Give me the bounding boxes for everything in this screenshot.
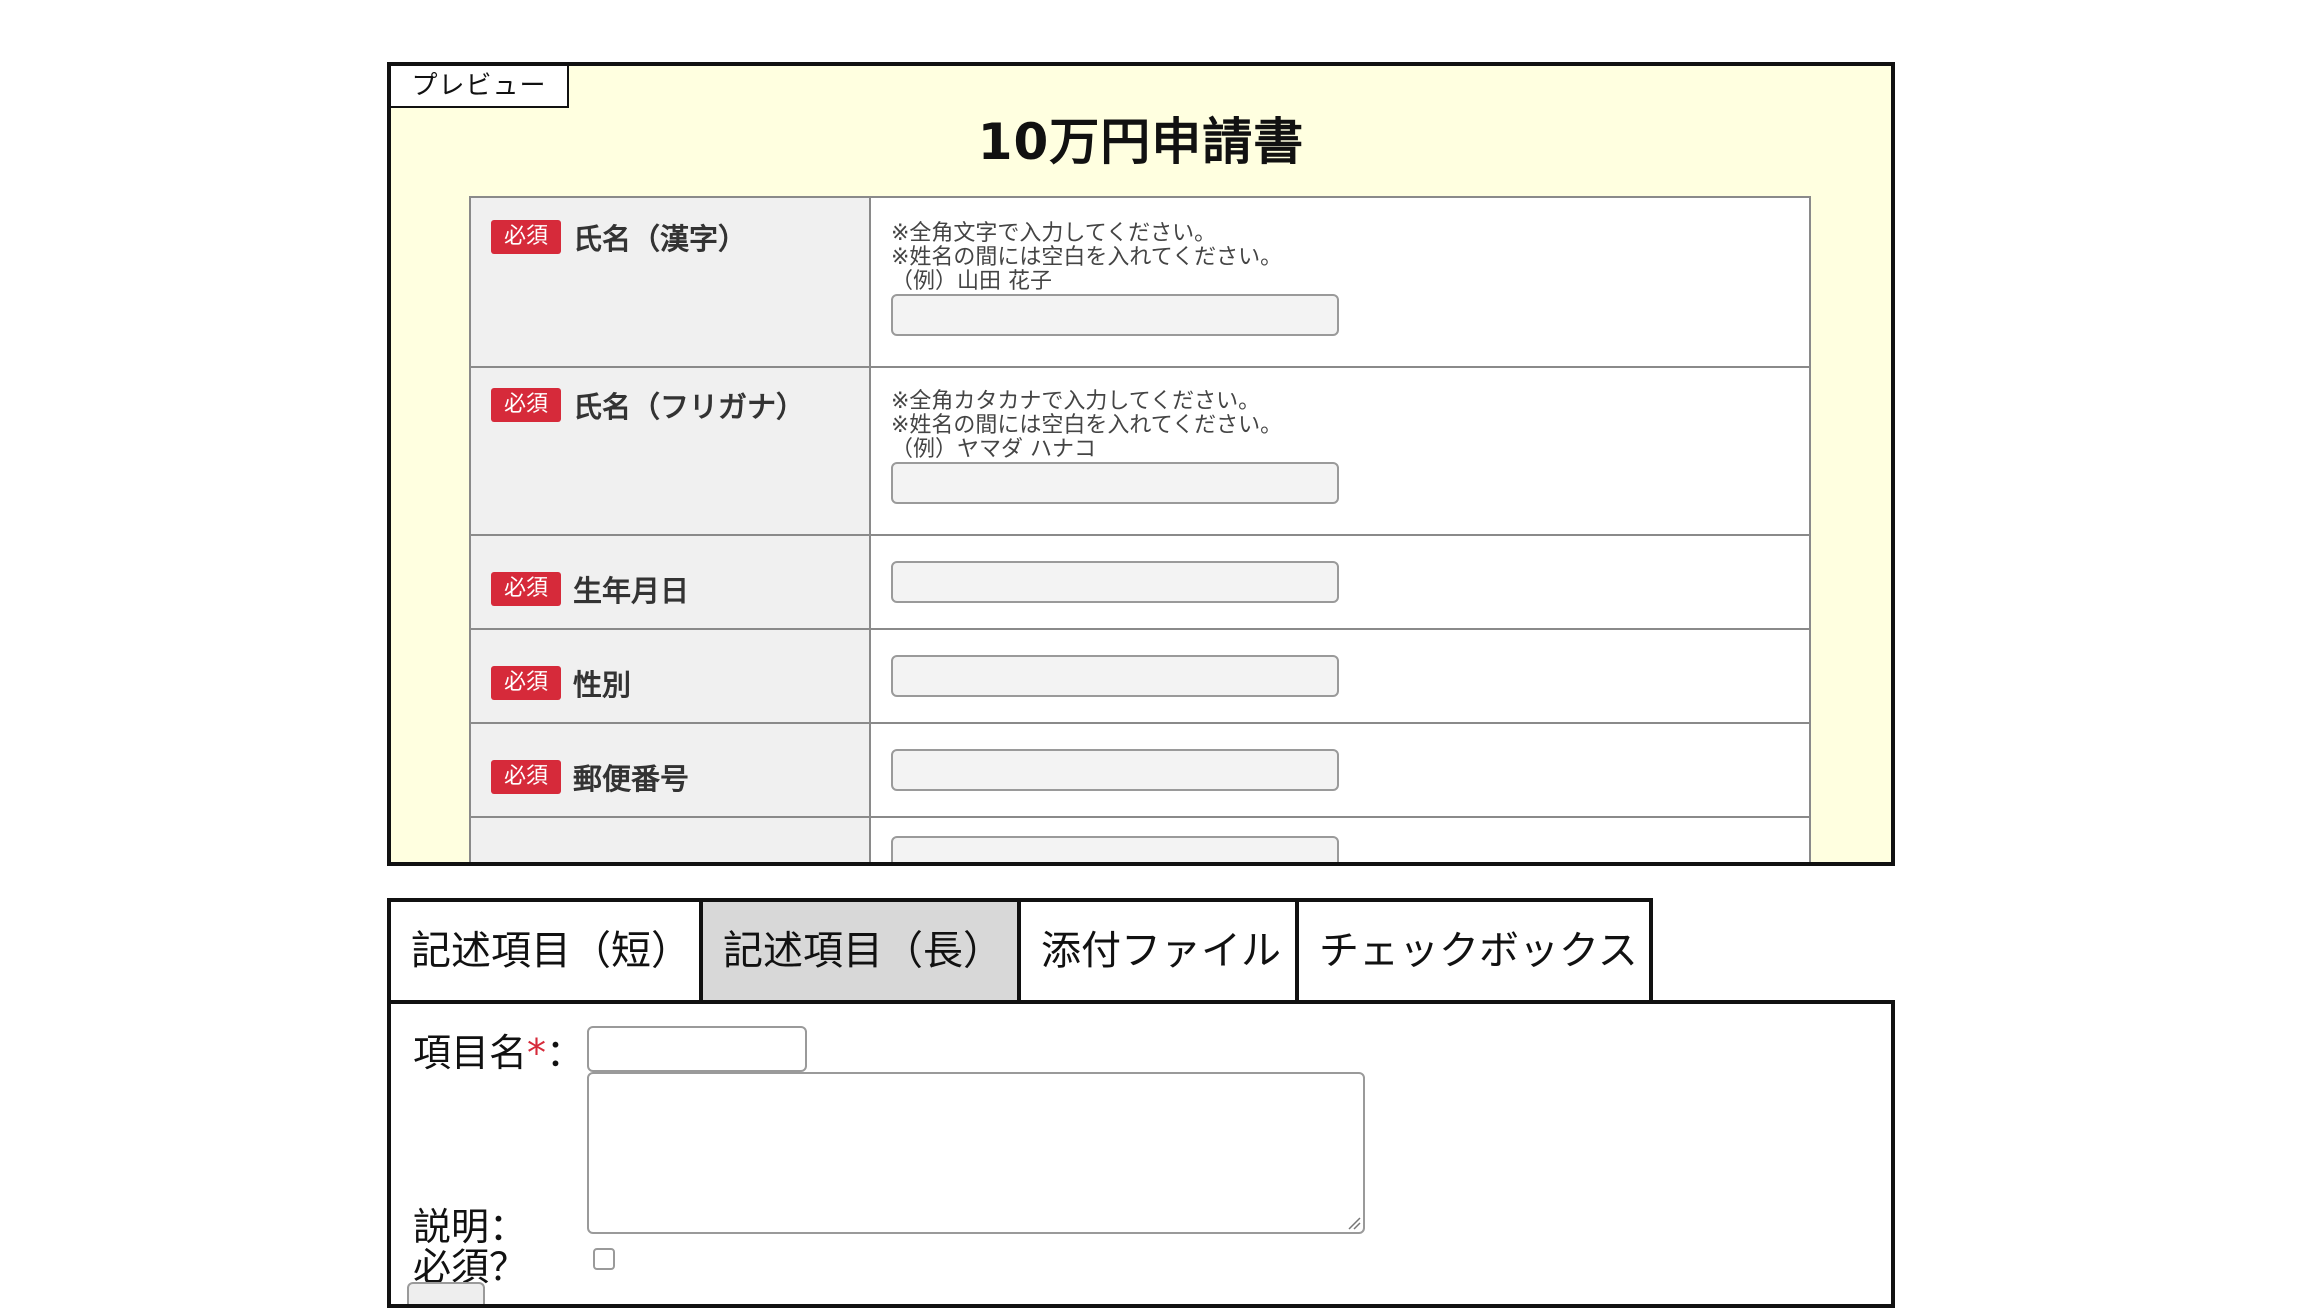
field-hint: ※全角カタカナで入力してください。 ※姓名の間には空白を入れてください。 （例）…	[891, 390, 1809, 462]
name-kanji-input[interactable]	[891, 294, 1339, 336]
field-editor: 項目名*： 説明： 必須？	[387, 1000, 1895, 1308]
gender-input[interactable]	[891, 655, 1339, 697]
form-row-birthdate: 必須 生年月日	[469, 534, 1811, 630]
form-title: 10万円申請書	[977, 113, 1305, 171]
tab-short-text[interactable]: 記述項目（短）	[387, 898, 703, 1000]
tab-checkbox[interactable]: チェックボックス	[1295, 898, 1653, 1000]
required-badge: 必須	[491, 220, 561, 254]
field-type-tabs: 記述項目（短） 記述項目（長） 添付ファイル チェックボックス	[387, 898, 1653, 1000]
field-label-cell: 必須 性別	[469, 628, 871, 724]
field-label-cell: 必須 生年月日	[469, 534, 871, 630]
required-badge: 必須	[491, 388, 561, 422]
field-label: 性別	[573, 668, 632, 702]
item-name-label: 項目名	[413, 1031, 528, 1075]
item-name-label-row: 項目名*：	[413, 1022, 584, 1077]
field-label: 氏名（フリガナ）	[573, 390, 806, 424]
hint-line: （例）山田 花子	[891, 269, 1052, 294]
field-hint: ※全角文字で入力してください。 ※姓名の間には空白を入れてください。 （例）山田…	[891, 222, 1809, 294]
hint-line: ※全角文字で入力してください。	[891, 221, 1217, 246]
resize-grip-icon[interactable]	[1347, 1216, 1361, 1230]
required-asterisk: *	[527, 1031, 547, 1075]
hint-line: ※姓名の間には空白を入れてください。	[891, 245, 1283, 270]
field-label-cell: 必須 氏名（フリガナ）	[469, 366, 871, 536]
required-checkbox[interactable]	[593, 1248, 615, 1270]
description-textarea[interactable]	[587, 1072, 1365, 1234]
field-label-cell	[469, 816, 871, 862]
colon: ：	[546, 1031, 585, 1075]
field-input-cell	[869, 816, 1811, 862]
field-input-cell: ※全角文字で入力してください。 ※姓名の間には空白を入れてください。 （例）山田…	[869, 196, 1811, 368]
field-label: 氏名（漢字）	[573, 222, 748, 256]
field-label-cell: 必須 氏名（漢字）	[469, 196, 871, 368]
field-label-cell: 必須 郵便番号	[469, 722, 871, 818]
birthdate-input[interactable]	[891, 561, 1339, 603]
form-row-name-kanji: 必須 氏名（漢字） ※全角文字で入力してください。 ※姓名の間には空白を入れてく…	[469, 196, 1811, 368]
next-control[interactable]	[407, 1282, 485, 1304]
form-row-name-kana: 必須 氏名（フリガナ） ※全角カタカナで入力してください。 ※姓名の間には空白を…	[469, 366, 1811, 536]
form-row-gender: 必須 性別	[469, 628, 1811, 724]
name-kana-input[interactable]	[891, 462, 1339, 504]
field-label: 郵便番号	[573, 762, 690, 796]
item-name-input[interactable]	[587, 1026, 807, 1072]
field-input-cell: ※全角カタカナで入力してください。 ※姓名の間には空白を入れてください。 （例）…	[869, 366, 1811, 536]
required-badge: 必須	[491, 760, 561, 794]
next-field-input[interactable]	[891, 836, 1339, 862]
form-preview-panel: プレビュー 10万円申請書 必須 氏名（漢字） ※全角文字で入力してください。 …	[387, 62, 1895, 866]
field-input-cell	[869, 628, 1811, 724]
field-input-cell	[869, 534, 1811, 630]
hint-line: ※全角カタカナで入力してください。	[891, 389, 1261, 414]
tab-attachment[interactable]: 添付ファイル	[1017, 898, 1299, 1000]
required-badge: 必須	[491, 572, 561, 606]
form-row-postal-code: 必須 郵便番号	[469, 722, 1811, 818]
field-label: 生年月日	[573, 574, 690, 608]
postal-code-input[interactable]	[891, 749, 1339, 791]
form-table: 必須 氏名（漢字） ※全角文字で入力してください。 ※姓名の間には空白を入れてく…	[469, 196, 1811, 862]
hint-line: （例）ヤマダ ハナコ	[891, 437, 1096, 462]
hint-line: ※姓名の間には空白を入れてください。	[891, 413, 1283, 438]
tab-long-text[interactable]: 記述項目（長）	[699, 898, 1021, 1000]
field-input-cell	[869, 722, 1811, 818]
form-row-next	[469, 816, 1811, 862]
required-badge: 必須	[491, 666, 561, 700]
